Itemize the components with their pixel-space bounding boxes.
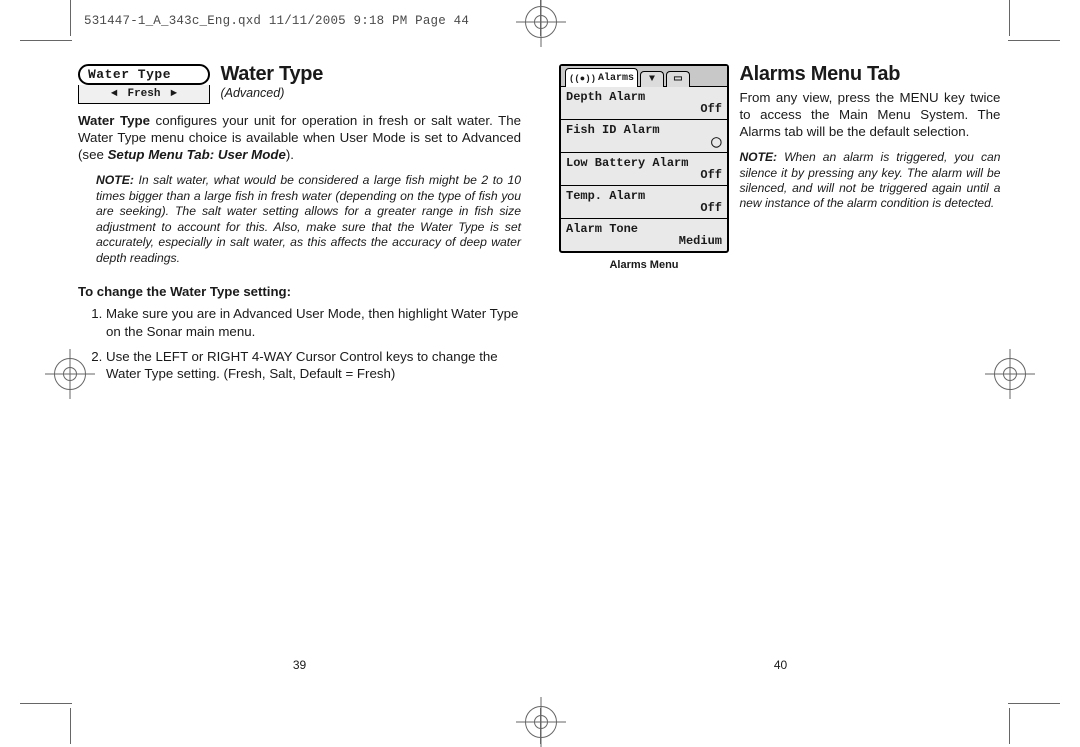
- left-section-subhead: To change the Water Type setting:: [78, 284, 521, 299]
- right-page-number: 40: [559, 658, 1002, 672]
- widget-title: Water Type: [78, 64, 210, 85]
- print-slug: 531447-1_A_343c_Eng.qxd 11/11/2005 9:18 …: [84, 14, 469, 28]
- left-arrow-icon: ◄: [111, 88, 118, 100]
- widget-value: Fresh: [127, 88, 160, 100]
- right-arrow-icon: ►: [171, 88, 178, 100]
- left-page: Water Type ◄ Fresh ► Water Type (Advance…: [78, 64, 521, 672]
- right-note: NOTE: When an alarm is triggered, you ca…: [739, 150, 1000, 212]
- lcd-row-tone: Alarm Tone Medium: [561, 219, 727, 251]
- left-page-number: 39: [78, 658, 521, 672]
- water-type-widget: Water Type ◄ Fresh ►: [78, 64, 210, 104]
- left-paragraph: Water Type configures your unit for oper…: [78, 112, 521, 163]
- spare-tab-2: ▭: [666, 71, 690, 87]
- lcd-row-fish: Fish ID Alarm ◯: [561, 120, 727, 153]
- lcd-row-temp: Temp. Alarm Off: [561, 186, 727, 219]
- step-2: Use the LEFT or RIGHT 4-WAY Cursor Contr…: [106, 348, 521, 383]
- right-paragraph: From any view, press the MENU key twice …: [739, 89, 1000, 140]
- alarms-lcd-widget: ((●)) Alarms ▼ ▭ Depth Alarm Off Fish ID…: [559, 64, 729, 271]
- lcd-caption: Alarms Menu: [559, 259, 729, 271]
- lcd-tab-bar: ((●)) Alarms ▼ ▭: [561, 66, 727, 87]
- spare-tab-1: ▼: [640, 71, 664, 87]
- steps-list: Make sure you are in Advanced User Mode,…: [78, 305, 521, 382]
- step-1: Make sure you are in Advanced User Mode,…: [106, 305, 521, 340]
- left-heading: Water Type: [220, 64, 323, 85]
- alarms-tab: ((●)) Alarms: [565, 68, 638, 87]
- right-page: ((●)) Alarms ▼ ▭ Depth Alarm Off Fish ID…: [559, 64, 1002, 672]
- left-heading-block: Water Type (Advanced): [220, 64, 323, 100]
- book-spread: Water Type ◄ Fresh ► Water Type (Advance…: [78, 64, 1002, 684]
- right-heading: Alarms Menu Tab: [739, 64, 1000, 85]
- lcd-row-lowbat: Low Battery Alarm Off: [561, 153, 727, 186]
- left-subhead: (Advanced): [220, 86, 323, 100]
- lcd-row-depth: Depth Alarm Off: [561, 87, 727, 120]
- left-note: NOTE: In salt water, what would be consi…: [96, 173, 521, 266]
- sound-icon: ((●)): [569, 74, 596, 84]
- fish-icon: ◯: [711, 138, 722, 149]
- widget-value-row: ◄ Fresh ►: [78, 85, 210, 104]
